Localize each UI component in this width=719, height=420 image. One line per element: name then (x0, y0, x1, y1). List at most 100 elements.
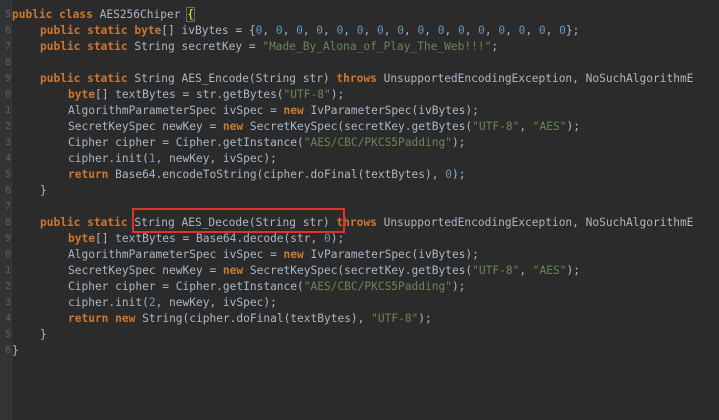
number-literal: 0 (478, 24, 485, 37)
code-text: , (302, 24, 317, 37)
number-literal: 0 (559, 24, 566, 37)
code-text: SecretKeySpec(secretKey.getBytes( (243, 264, 473, 277)
number-literal: 0 (377, 24, 384, 37)
code-line-encode-decl[interactable]: public static String AES_Encode(String s… (40, 71, 693, 87)
code-line[interactable]: } (40, 327, 47, 343)
code-editor[interactable]: public class AES256Chiper { public stati… (12, 0, 719, 420)
line-number: 2 (4, 121, 11, 132)
zero-list: 0, 0, 0, 0, 0, 0, 0, 0, 0, 0, 0, 0, 0, 0… (256, 24, 566, 37)
string-literal: "UTF-8" (371, 312, 419, 325)
code-text: , (505, 24, 519, 37)
matched-brace: { (186, 7, 195, 22)
code-text: , (525, 24, 539, 37)
code-text: Cipher cipher = Cipher.getInstance( (68, 280, 304, 293)
code-line[interactable]: return new String(cipher.doFinal(textByt… (68, 311, 432, 327)
code-text: ; (491, 40, 499, 53)
keyword: public (40, 216, 81, 229)
code-line[interactable]: Cipher cipher = Cipher.getInstance("AES/… (68, 279, 465, 295)
code-line[interactable]: AlgorithmParameterSpec ivSpec = new IvPa… (68, 103, 479, 119)
string-literal: "AES" (532, 120, 567, 133)
code-line[interactable]: cipher.init(1, newKey, ivSpec); (68, 151, 277, 167)
closing-brace: } (40, 184, 47, 197)
code-text: SecretKeySpec newKey = (68, 264, 223, 277)
line-number: 7 (4, 201, 11, 212)
code-line[interactable]: return Base64.encodeToString(cipher.doFi… (68, 167, 465, 183)
string-literal: "UTF-8" (472, 264, 520, 277)
code-text: , (262, 24, 276, 37)
code-text: , (484, 24, 499, 37)
number-literal: 0 (296, 24, 303, 37)
code-text: ); (418, 312, 432, 325)
code-text: , (403, 24, 418, 37)
keyword: public (40, 40, 81, 53)
code-line[interactable]: Cipher cipher = Cipher.getInstance("AES/… (68, 135, 465, 151)
class-name: AES256Chiper (99, 8, 181, 21)
code-text: ); (451, 280, 466, 293)
keyword: static (87, 216, 128, 229)
code-text: , (363, 24, 377, 37)
code-line[interactable]: cipher.init(2, newKey, ivSpec); (68, 295, 277, 311)
string-literal: "UTF-8" (472, 120, 520, 133)
code-line[interactable]: AlgorithmParameterSpec ivSpec = new IvPa… (68, 247, 479, 263)
line-number: 4 (4, 313, 11, 324)
keyword: public (40, 24, 81, 37)
code-line-ivbytes[interactable]: public static byte[] ivBytes = {0, 0, 0,… (40, 23, 579, 39)
code-text: SecretKeySpec newKey = (68, 120, 223, 133)
line-number: 6 (4, 25, 11, 36)
keyword: new (222, 264, 244, 277)
code-line[interactable]: byte[] textBytes = str.getBytes("UTF-8")… (68, 87, 344, 103)
keyword: new (222, 120, 244, 133)
code-text: ); (451, 168, 466, 181)
code-line[interactable]: } (12, 343, 19, 359)
code-text: String secretKey = (134, 40, 263, 53)
keyword: new (115, 312, 136, 325)
code-text: , (519, 264, 533, 277)
code-text: IvParameterSpec(ivBytes); (303, 104, 479, 117)
code-text: AlgorithmParameterSpec ivSpec = (68, 248, 284, 261)
code-text: , (545, 24, 560, 37)
code-line-secretkey[interactable]: public static String secretKey = "Made_B… (40, 39, 498, 55)
code-line[interactable]: SecretKeySpec newKey = new SecretKeySpec… (68, 119, 580, 135)
code-text: Base64.encodeToString(cipher.doFinal(tex… (108, 168, 446, 181)
code-text: IvParameterSpec(ivBytes); (303, 248, 479, 261)
code-text: Cipher cipher = Cipher.getInstance( (68, 136, 304, 149)
line-number: 0 (4, 249, 11, 260)
line-number: 1 (4, 105, 11, 116)
keyword: return (68, 312, 109, 325)
string-literal: "AES" (532, 264, 567, 277)
keyword: public (40, 72, 81, 85)
keyword: static (87, 40, 128, 53)
line-number: 3 (4, 297, 11, 308)
code-text: SecretKeySpec(secretKey.getBytes( (243, 120, 473, 133)
string-literal: "AES/CBC/PKCS5Padding" (303, 280, 452, 293)
code-text: UnsupportedEncodingException, NoSuchAlgo… (376, 216, 694, 229)
string-literal: "AES/CBC/PKCS5Padding" (303, 136, 452, 149)
number-literal: 0 (457, 24, 465, 37)
line-number: 8 (4, 57, 11, 68)
code-line[interactable]: } (40, 183, 47, 199)
code-text: , (383, 24, 398, 37)
code-line[interactable]: SecretKeySpec newKey = new SecretKeySpec… (68, 263, 580, 279)
keyword: new (283, 248, 304, 261)
string-literal: "UTF-8" (283, 88, 331, 101)
code-text: , (424, 24, 438, 37)
code-text: ); (451, 136, 466, 149)
code-text: cipher.init( (68, 152, 149, 165)
code-text: String(cipher.doFinal(textBytes), (135, 312, 372, 325)
code-text: ); (566, 264, 580, 277)
type-keyword: byte (68, 232, 95, 245)
line-number: 0 (4, 89, 11, 100)
number-literal: 0 (397, 24, 404, 37)
code-line[interactable]: byte[] textBytes = Base64.decode(str, 0)… (68, 231, 344, 247)
number-literal: 0 (356, 24, 364, 37)
closing-brace: } (12, 344, 19, 357)
type-keyword: byte (134, 24, 162, 37)
line-number: 4 (4, 153, 11, 164)
keyword: return (68, 168, 109, 181)
line-number: 9 (4, 233, 11, 244)
code-text: }; (565, 24, 580, 37)
line-number: 5 (4, 329, 11, 340)
code-line-class-decl[interactable]: public class AES256Chiper { (12, 7, 195, 23)
code-text: String AES_Encode(String str) (134, 72, 337, 85)
code-text: , (323, 24, 337, 37)
